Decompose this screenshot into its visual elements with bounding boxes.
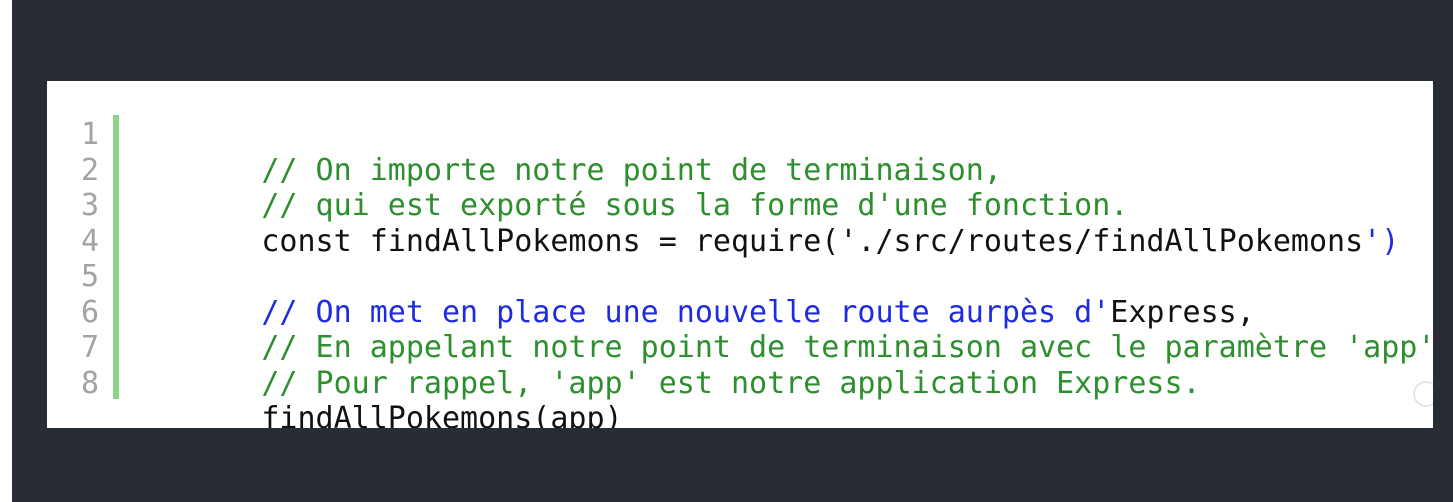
- code-segment: // Pour rappel, 'app' est notre applicat…: [261, 365, 1201, 401]
- line-number: 5: [80, 259, 99, 294]
- line-number: 1: [80, 117, 99, 152]
- code-segment: '): [1363, 223, 1400, 259]
- code-segment: findAllPokemons(app): [261, 401, 623, 428]
- line-number: 3: [80, 188, 99, 223]
- code-line: // On importe notre point de terminaison…: [153, 117, 1433, 188]
- gutter-divider: [113, 115, 119, 399]
- code-segment: // On met en place une nouvelle route au…: [261, 294, 1111, 330]
- copy-icon[interactable]: [1413, 381, 1433, 407]
- line-number: 7: [80, 330, 99, 365]
- code-segment: // qui est exporté sous la forme d'une f…: [261, 188, 1129, 223]
- code-line: // On met en place une nouvelle route au…: [153, 259, 1433, 330]
- code-segment: // En appelant notre point de terminaiso…: [261, 330, 1433, 365]
- code-segment: Express,: [1110, 294, 1255, 330]
- line-number: 6: [80, 294, 99, 330]
- code-block: 1 2 3 4 5 6 7 8 // On importe notre poin…: [47, 81, 1433, 428]
- code-segment: const findAllPokemons = require('./src/r…: [261, 223, 1364, 259]
- line-number: 2: [80, 152, 99, 188]
- line-number-gutter: 1 2 3 4 5 6 7 8: [47, 117, 145, 401]
- line-number: 4: [80, 223, 99, 259]
- code-segment: // On importe notre point de terminaison…: [261, 152, 1002, 188]
- code-lines[interactable]: // On importe notre point de terminaison…: [153, 117, 1433, 429]
- line-number: 8: [80, 365, 99, 401]
